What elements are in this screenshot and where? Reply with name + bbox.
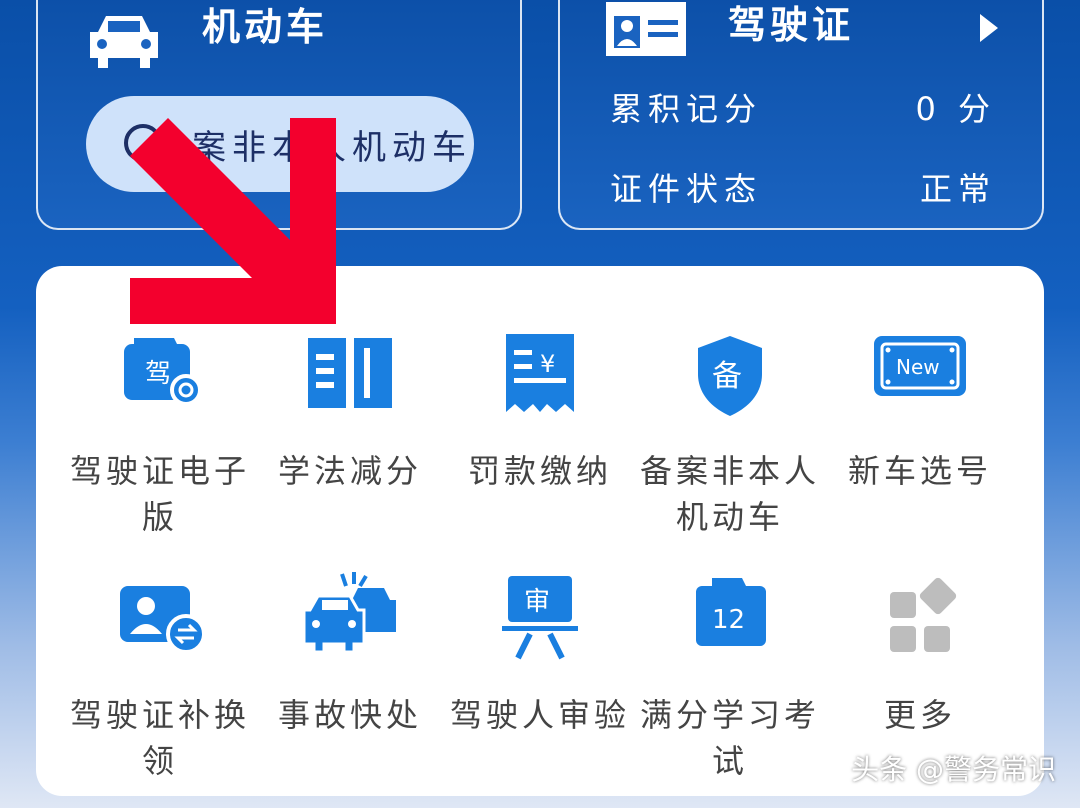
new-plate-icon: New [870,328,970,424]
service-label: 驾驶证补换领 [69,696,250,780]
status-row: 证件状态 正常 [610,164,996,210]
service-new-plate[interactable]: New 新车选号 [826,328,1014,494]
service-e-license[interactable]: 驾 驾驶证电子版 [66,328,254,540]
service-more[interactable]: 更多 [826,572,1014,738]
service-full-score-study[interactable]: 12 满分学习考试 [636,572,824,784]
service-label: 事故快处 [277,696,422,734]
service-label: 驾驶证电子版 [69,452,250,536]
service-label: 新车选号 [847,452,992,490]
service-license-exchange[interactable]: 驾驶证补换领 [66,572,254,784]
license-exchange-icon [112,572,208,668]
shield-badge-text: 备 [712,359,742,394]
book-icon [302,328,398,424]
red-arrow-annotation [130,118,336,324]
status-label: 证件状态 [610,170,763,208]
new-badge-text: New [896,355,940,379]
license-badge-text: 驾 [145,359,171,389]
service-accident[interactable]: 事故快处 [256,572,444,738]
service-label: 备案非本人机动车 [639,452,820,536]
review-icon: 审 [492,572,588,668]
service-label: 罚款缴纳 [467,452,612,490]
calendar-icon: 12 [682,572,778,668]
service-label: 更多 [883,696,956,734]
review-badge-text: 审 [524,587,550,617]
chevron-right-icon[interactable] [980,14,998,42]
service-label: 满分学习考试 [639,696,820,780]
service-driver-review[interactable]: 审 驾驶人审验 [446,572,634,738]
watermark: 头条 @警务常识 [851,753,1056,786]
points-value: 0 分 [915,90,996,128]
license-card-icon [606,2,686,56]
license-card[interactable]: 驾驶证 累积记分 0 分 证件状态 正常 [558,0,1044,230]
vehicle-title: 机动车 [202,5,329,49]
calendar-badge-text: 12 [712,605,745,635]
service-fine-payment[interactable]: ¥ 罚款缴纳 [446,328,634,494]
svg-text:¥: ¥ [540,350,555,378]
receipt-icon: ¥ [492,328,588,424]
services-panel: 驾 驾驶证电子版 学法减分 ¥ 罚款缴纳 备 备案非本人机动车 New 新车选号… [36,266,1044,796]
license-title: 驾驶证 [728,3,855,47]
e-license-icon: 驾 [112,328,208,424]
service-study-deduct[interactable]: 学法减分 [256,328,444,494]
car-icon [90,16,158,68]
points-label: 累积记分 [610,90,763,128]
service-label: 学法减分 [277,452,422,490]
more-grid-icon [872,572,968,668]
service-label: 驾驶人审验 [449,696,630,734]
shield-icon: 备 [682,328,778,424]
accident-icon [302,572,398,668]
points-row: 累积记分 0 分 [610,84,996,130]
service-register-other-vehicle[interactable]: 备 备案非本人机动车 [636,328,824,540]
status-value: 正常 [919,170,996,208]
